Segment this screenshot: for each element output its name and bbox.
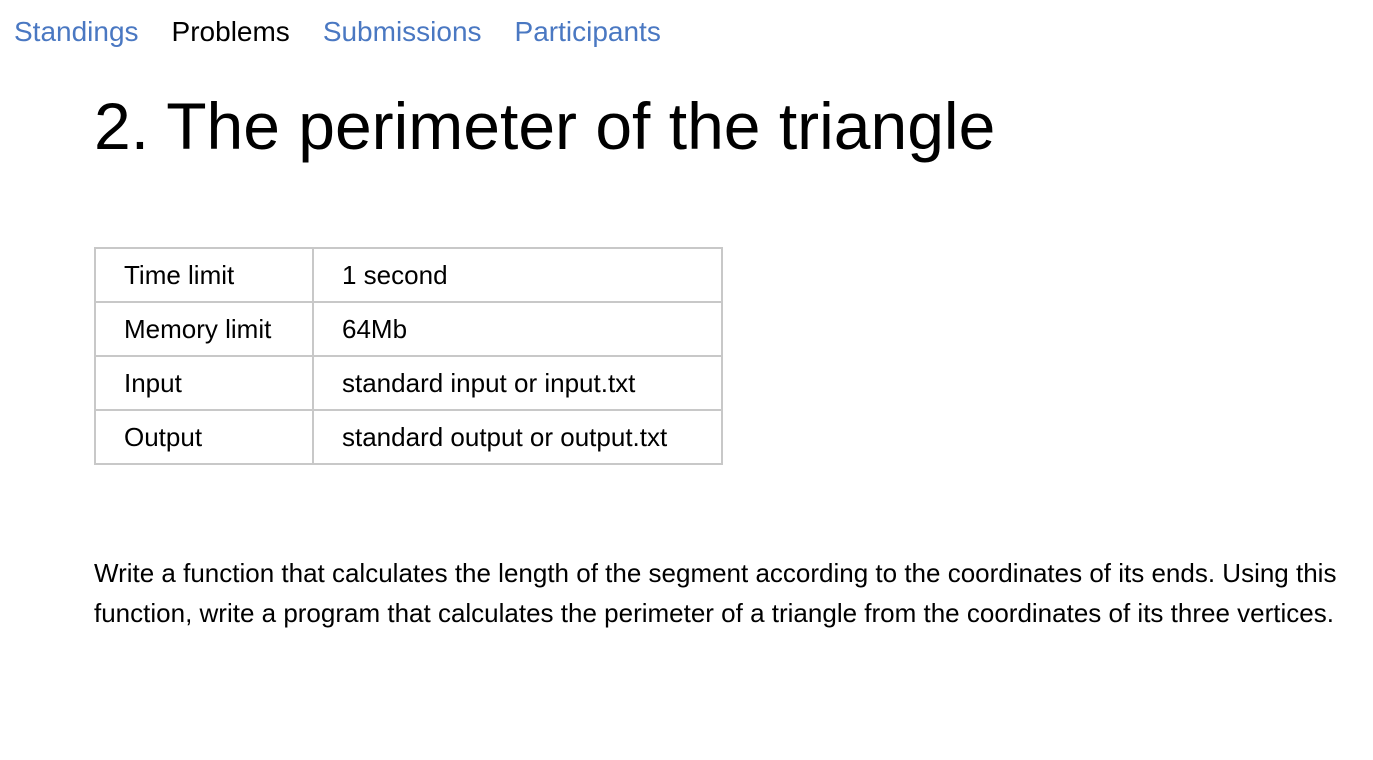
input-value: standard input or input.txt xyxy=(312,355,723,411)
input-label: Input xyxy=(94,355,314,411)
table-row: Output standard output or output.txt xyxy=(94,409,723,465)
nav-link-participants[interactable]: Participants xyxy=(515,12,661,52)
memory-limit-value: 64Mb xyxy=(312,301,723,357)
table-row: Input standard input or input.txt xyxy=(94,355,723,411)
limits-table: Time limit 1 second Memory limit 64Mb In… xyxy=(94,247,723,465)
table-row: Memory limit 64Mb xyxy=(94,301,723,357)
nav-link-submissions[interactable]: Submissions xyxy=(323,12,482,52)
output-value: standard output or output.txt xyxy=(312,409,723,465)
nav-link-standings[interactable]: Standings xyxy=(14,12,139,52)
problem-statement: Write a function that calculates the len… xyxy=(94,558,1337,628)
table-row: Time limit 1 second xyxy=(94,247,723,303)
top-navigation: Standings Problems Submissions Participa… xyxy=(14,12,661,52)
memory-limit-label: Memory limit xyxy=(94,301,314,357)
output-label: Output xyxy=(94,409,314,465)
time-limit-label: Time limit xyxy=(94,247,314,303)
nav-link-problems[interactable]: Problems xyxy=(172,12,290,52)
time-limit-value: 1 second xyxy=(312,247,723,303)
problem-title: 2. The perimeter of the triangle xyxy=(94,89,996,163)
